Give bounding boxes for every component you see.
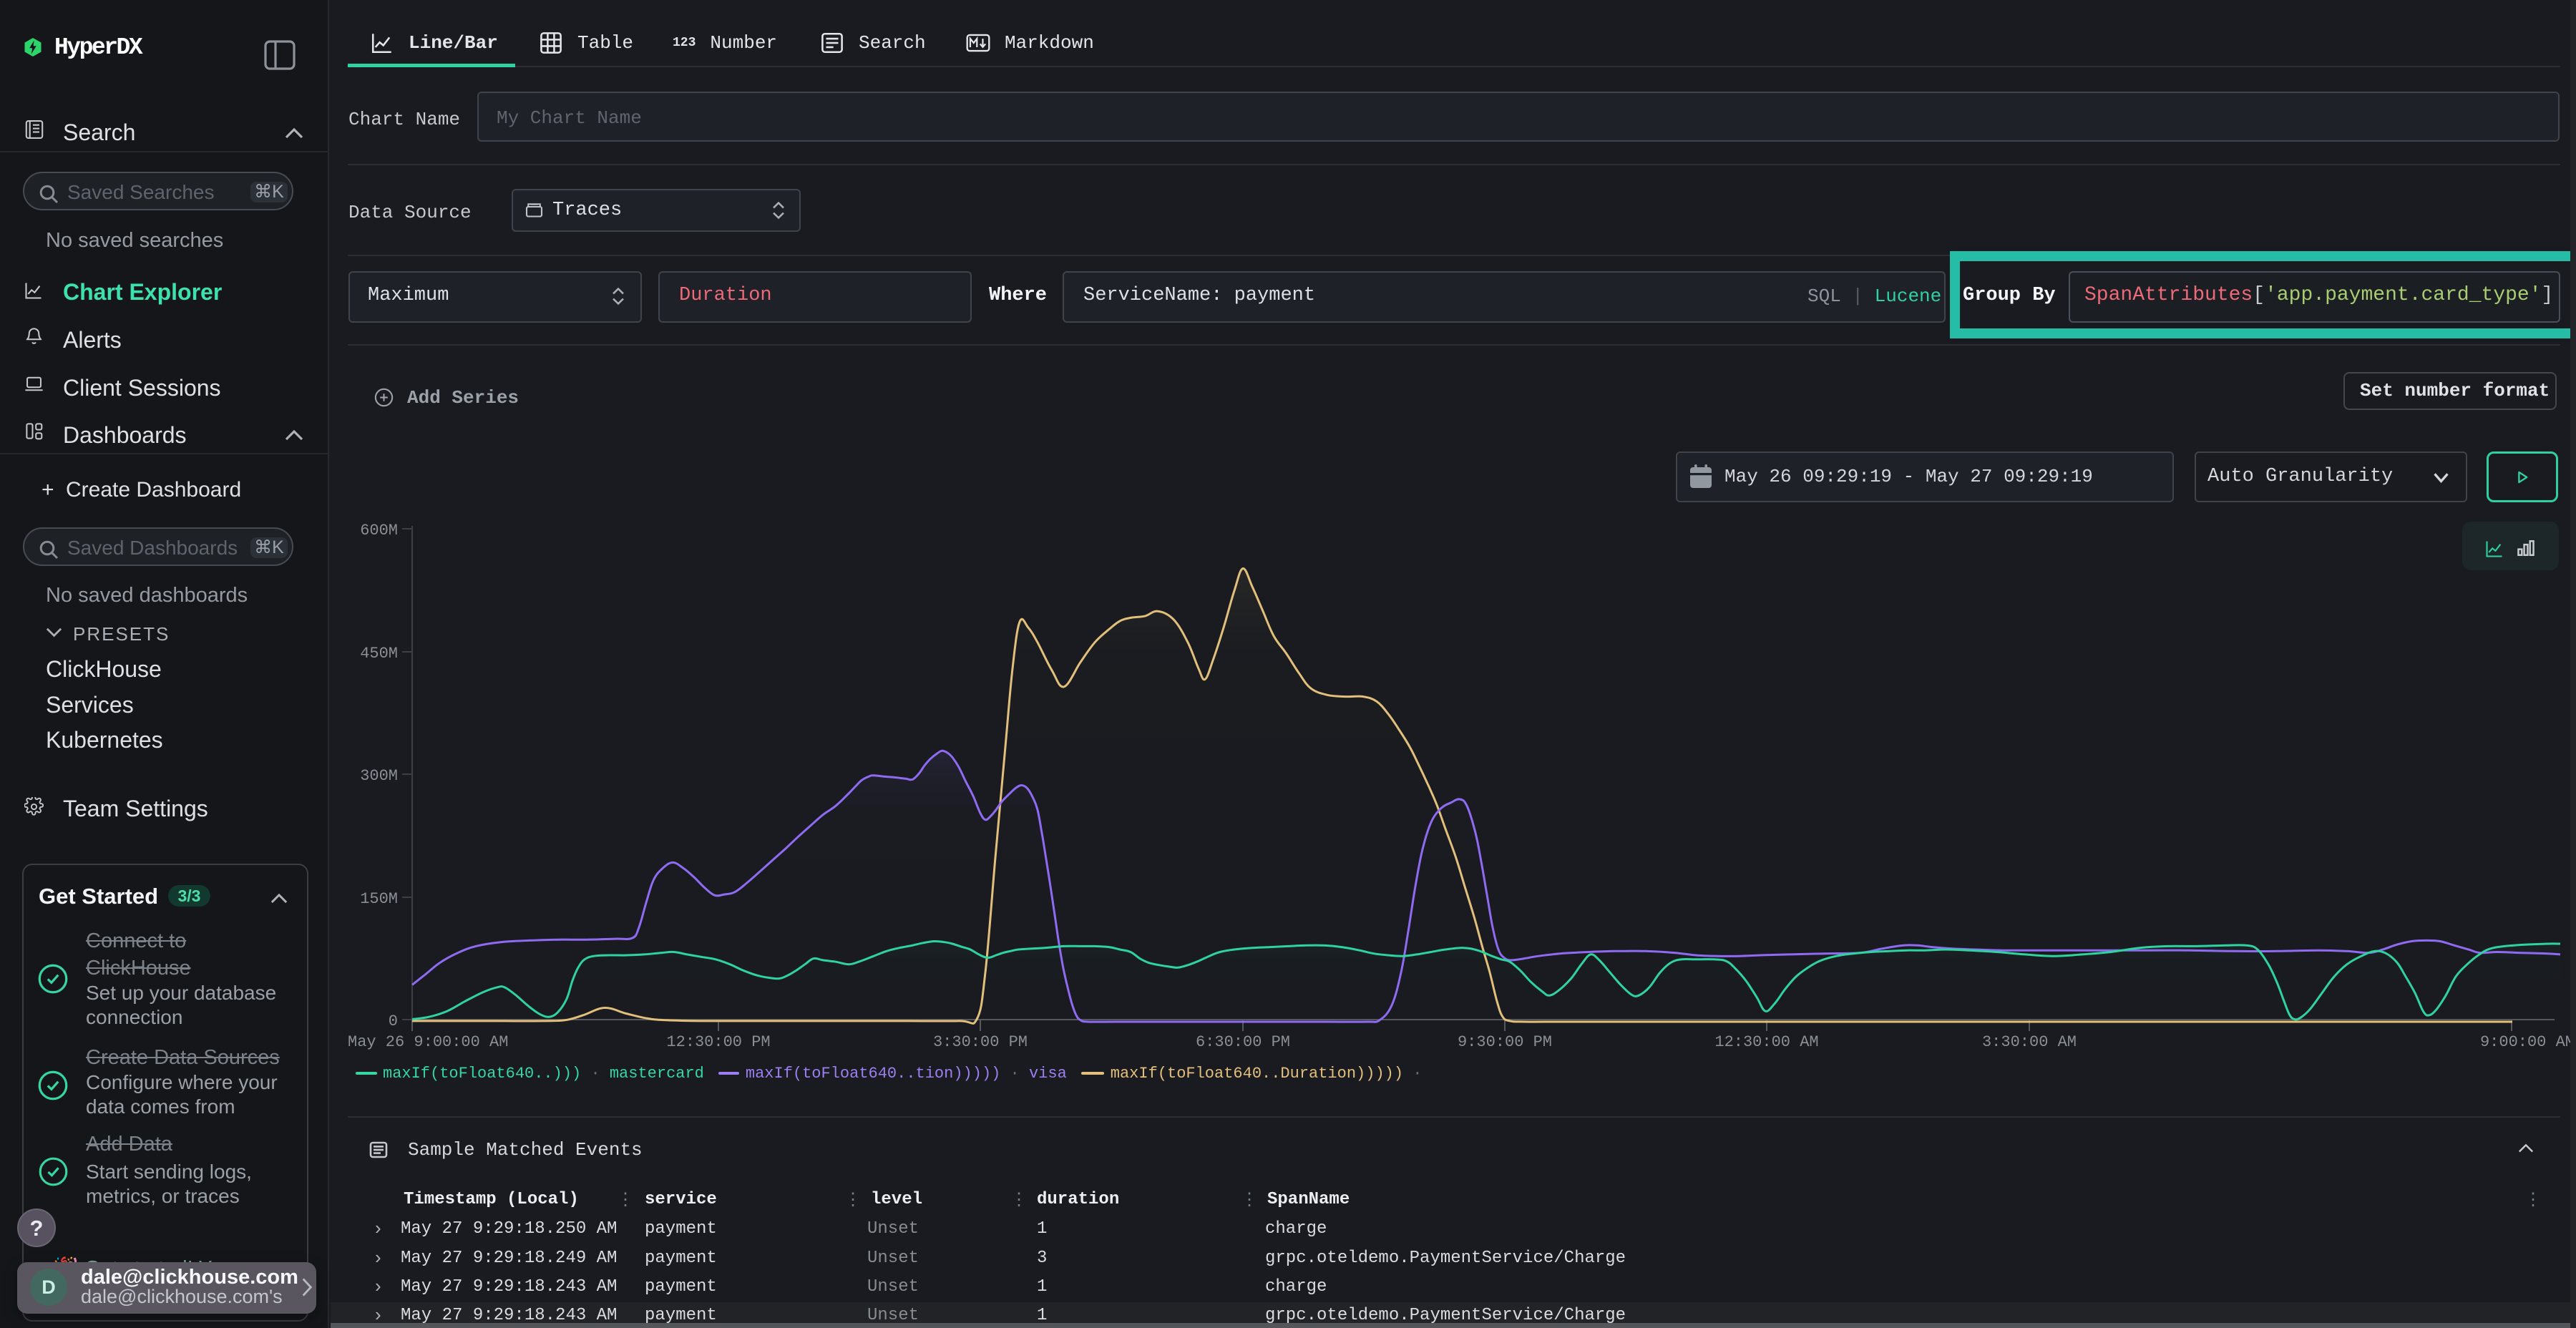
svg-text:300M: 300M	[360, 767, 398, 785]
svg-text:12:30:00 PM: 12:30:00 PM	[666, 1033, 770, 1051]
svg-text:150M: 150M	[360, 890, 398, 908]
svg-text:0: 0	[389, 1012, 398, 1030]
svg-text:9:00:00 AM: 9:00:00 AM	[2480, 1033, 2575, 1051]
svg-text:3:30:00 PM: 3:30:00 PM	[933, 1033, 1028, 1051]
svg-text:3:30:00 AM: 3:30:00 AM	[1982, 1033, 2077, 1051]
svg-text:12:30:00 AM: 12:30:00 AM	[1714, 1033, 1818, 1051]
svg-text:6:30:00 PM: 6:30:00 PM	[1196, 1033, 1290, 1051]
svg-text:450M: 450M	[360, 645, 398, 663]
svg-text:9:30:00 PM: 9:30:00 PM	[1458, 1033, 1552, 1051]
svg-text:May 26 9:00:00 AM: May 26 9:00:00 AM	[348, 1033, 508, 1051]
svg-text:600M: 600M	[360, 522, 398, 540]
